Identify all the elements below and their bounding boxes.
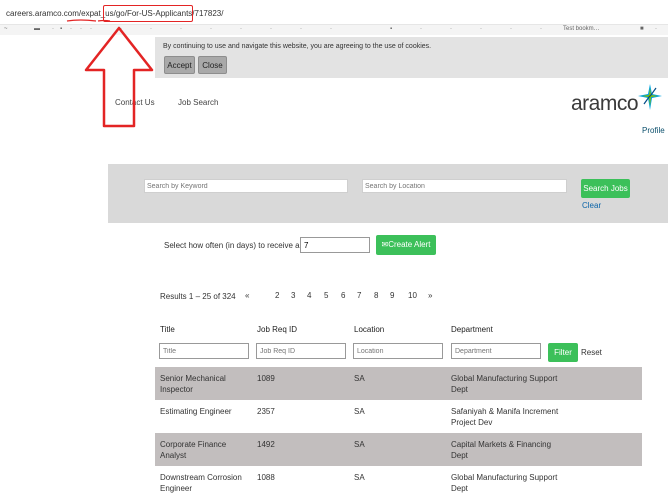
job-department: Global Manufacturing Support Dept (451, 473, 558, 493)
reset-link[interactable]: Reset (581, 348, 602, 357)
table-row[interactable]: Corporate Finance Analyst 1492 SA Capita… (155, 433, 642, 466)
aramco-star-logo-icon (638, 84, 662, 110)
bookmark-glyph: · (420, 26, 422, 32)
job-location: SA (354, 407, 365, 416)
job-req-id: 1088 (257, 473, 275, 482)
column-header-location[interactable]: Location (354, 325, 384, 334)
bookmark-glyph: · (300, 26, 302, 32)
bookmark-glyph: ▪ (60, 26, 63, 32)
page-link[interactable]: 8 (374, 291, 378, 300)
filter-button[interactable]: Filter (548, 343, 578, 362)
create-alert-label: Create Alert (388, 240, 431, 249)
keyword-search-input[interactable] (144, 179, 348, 193)
column-header-req-id[interactable]: Job Req ID (257, 325, 297, 334)
bookmark-glyph: · (240, 26, 242, 32)
close-cookies-button[interactable]: Close (198, 56, 227, 74)
bookmark-glyph: · (180, 26, 182, 32)
alert-days-input[interactable] (300, 237, 370, 253)
clear-link[interactable]: Clear (582, 201, 601, 210)
bookmark-item[interactable]: Test bookm… (563, 26, 600, 32)
location-filter-input[interactable] (353, 343, 443, 359)
location-search-input[interactable] (362, 179, 567, 193)
page-next[interactable]: » (428, 291, 432, 300)
table-row[interactable]: Downstream Corrosion Engineer 1088 SA Gl… (155, 466, 642, 499)
cookie-message: By continuing to use and navigate this w… (163, 43, 432, 50)
table-row[interactable]: Estimating Engineer 2357 SA Safaniyah & … (155, 400, 642, 433)
page-link[interactable]: 6 (341, 291, 345, 300)
bookmark-glyph: ▪ (390, 26, 393, 32)
aramco-logo[interactable]: aramco (571, 92, 639, 116)
bookmark-glyph: · (52, 26, 54, 32)
column-header-title[interactable]: Title (160, 325, 175, 334)
bookmark-glyph: · (480, 26, 482, 32)
job-department: Global Manufacturing Support Dept (451, 374, 558, 394)
table-row[interactable]: Senior Mechanical Inspector 1089 SA Glob… (155, 367, 642, 400)
bookmark-glyph: · (80, 26, 82, 32)
job-department: Safaniyah & Manifa Increment Project Dev (451, 407, 559, 427)
page-link[interactable]: 5 (324, 291, 328, 300)
page-link[interactable]: 9 (390, 291, 394, 300)
url-underline-annotation-icon (66, 19, 111, 22)
bookmark-glyph: · (540, 26, 542, 32)
job-req-id: 2357 (257, 407, 275, 416)
job-location: SA (354, 473, 365, 482)
bookmark-glyph: ■ (640, 26, 644, 32)
red-arrow-annotation-icon (84, 26, 154, 128)
page-link[interactable]: 4 (307, 291, 311, 300)
page-link[interactable]: 2 (275, 291, 279, 300)
column-header-department[interactable]: Department (451, 325, 493, 334)
bookmark-glyph: ▬ (34, 26, 40, 32)
title-filter-input[interactable] (159, 343, 249, 359)
bookmark-glyph: · (210, 26, 212, 32)
job-title-link[interactable]: Estimating Engineer (160, 406, 252, 417)
bookmark-glyph: ~ (4, 26, 8, 32)
page-link[interactable]: 10 (408, 291, 417, 300)
job-department: Capital Markets & Financing Dept (451, 440, 552, 460)
bookmark-glyph: · (450, 26, 452, 32)
bookmark-glyph: · (70, 26, 72, 32)
bookmark-glyph: · (510, 26, 512, 32)
create-alert-button[interactable]: ✉Create Alert (376, 235, 436, 255)
results-count: Results 1 – 25 of 324 (160, 292, 236, 301)
search-jobs-button[interactable]: Search Jobs (581, 179, 630, 198)
bookmark-glyph: · (270, 26, 272, 32)
accept-cookies-button[interactable]: Accept (164, 56, 195, 74)
req-id-filter-input[interactable] (256, 343, 346, 359)
page-link[interactable]: 3 (291, 291, 295, 300)
job-location: SA (354, 440, 365, 449)
job-req-id: 1089 (257, 374, 275, 383)
department-filter-input[interactable] (451, 343, 541, 359)
job-title-link[interactable]: Downstream Corrosion Engineer (160, 472, 252, 494)
job-req-id: 1492 (257, 440, 275, 449)
bookmark-glyph: · (655, 26, 657, 32)
page-link[interactable]: 7 (357, 291, 361, 300)
page-prev[interactable]: « (245, 291, 249, 300)
job-location: SA (354, 374, 365, 383)
nav-job-search[interactable]: Job Search (178, 98, 218, 107)
bookmark-glyph: · (330, 26, 332, 32)
job-title-link[interactable]: Corporate Finance Analyst (160, 439, 252, 461)
profile-link[interactable]: Profile (642, 126, 665, 135)
job-title-link[interactable]: Senior Mechanical Inspector (160, 373, 252, 395)
